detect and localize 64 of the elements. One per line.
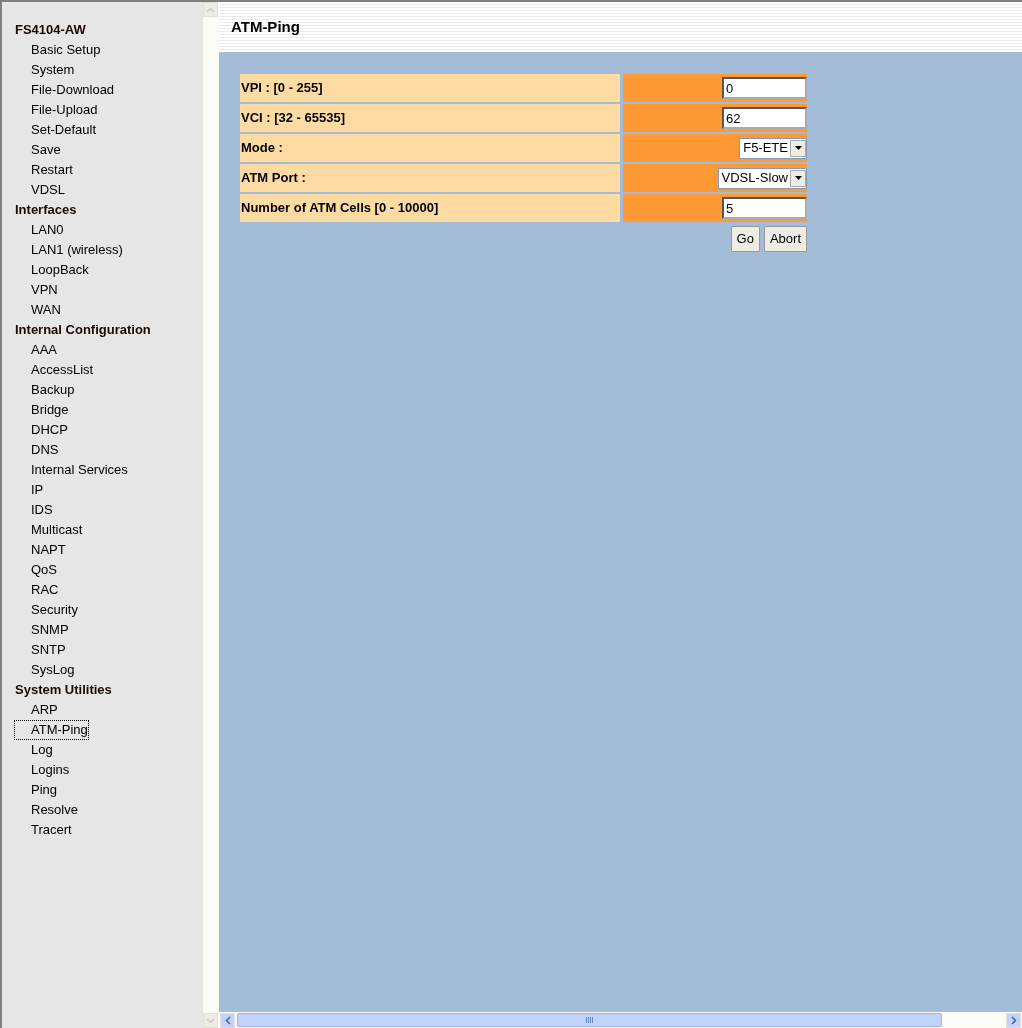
nav-link[interactable]: Save (14, 140, 62, 160)
nav-link[interactable]: LoopBack (14, 260, 90, 280)
scroll-left-button[interactable] (220, 1012, 235, 1028)
field-label: ATM Port : (240, 164, 623, 192)
group-title: FS4104-AW (15, 21, 87, 39)
scroll-thumb[interactable] (237, 1013, 942, 1027)
nav-link[interactable]: Security (14, 600, 79, 620)
nav-link[interactable]: WAN (14, 300, 62, 320)
nav-link[interactable]: NAPT (14, 540, 67, 560)
nav-link[interactable]: File-Upload (14, 100, 99, 120)
chevron-left-icon (224, 1015, 231, 1025)
nav-link[interactable]: SNTP (14, 640, 67, 660)
caret-icon (794, 176, 802, 180)
nav-link[interactable]: DHCP (14, 420, 69, 440)
input-field[interactable]: 62 (722, 107, 807, 129)
scroll-right-button[interactable] (1006, 1012, 1021, 1028)
nav-link[interactable]: Multicast (14, 520, 84, 540)
nav-link[interactable]: Backup (14, 380, 76, 400)
nav-link[interactable]: Tracert (14, 820, 73, 840)
nav-link[interactable]: SNMP (14, 620, 70, 640)
chevron-down-icon (206, 1017, 215, 1024)
nav-link[interactable]: RAC (14, 580, 60, 600)
chevron-up-icon (206, 6, 215, 13)
nav-link[interactable]: Bridge (14, 400, 70, 420)
nav-link[interactable]: VPN (14, 280, 59, 300)
input-field[interactable]: 0 (722, 77, 807, 99)
nav-link[interactable]: VDSL (14, 180, 66, 200)
nav-link[interactable]: Resolve (14, 800, 79, 820)
nav-link[interactable]: ATM-Ping (14, 720, 89, 740)
field-label: Number of ATM Cells [0 - 10000] (240, 194, 623, 222)
nav-link[interactable]: Logins (14, 760, 71, 780)
nav-link[interactable]: SysLog (14, 660, 76, 680)
nav-link[interactable]: Ping (14, 780, 59, 800)
group-title: Internal Configuration (15, 321, 152, 339)
nav-link[interactable]: IDS (14, 500, 54, 520)
nav-link[interactable]: Internal Services (14, 460, 129, 480)
nav-link[interactable]: Log (14, 740, 54, 760)
page-title: ATM-Ping (231, 18, 300, 35)
field-label: VPI : [0 - 255] (240, 74, 623, 102)
nav-link[interactable]: DNS (14, 440, 60, 460)
form-button[interactable]: Abort (763, 226, 807, 252)
nav-link[interactable]: LAN0 (14, 220, 65, 240)
form-button[interactable]: Go (730, 226, 760, 252)
chevron-right-icon (1010, 1015, 1017, 1025)
nav-link[interactable]: Basic Setup (14, 40, 102, 60)
group-title: System Utilities (15, 681, 113, 699)
dropdown[interactable]: VDSL-Slow (717, 167, 807, 189)
nav-link[interactable]: System (14, 60, 76, 80)
input-field[interactable]: 5 (722, 197, 807, 219)
nav-link[interactable]: QoS (14, 560, 58, 580)
dropdown[interactable]: F5-ETE (739, 137, 807, 159)
field-label: Mode : (240, 134, 623, 162)
nav-link[interactable]: LAN1 (wireless) (14, 240, 124, 260)
nav-link[interactable]: ARP (14, 700, 59, 720)
nav-link[interactable]: Set-Default (14, 120, 98, 140)
nav-link[interactable]: Restart (14, 160, 74, 180)
nav-link[interactable]: AccessList (14, 360, 95, 380)
nav-link[interactable]: IP (14, 480, 45, 500)
scroll-up-button[interactable] (203, 2, 218, 17)
field-label: VCI : [32 - 65535] (240, 104, 623, 132)
group-title: Interfaces (15, 201, 78, 219)
nav-link[interactable]: AAA (14, 340, 58, 360)
caret-icon (794, 146, 802, 150)
nav-link[interactable]: File-Download (14, 80, 116, 100)
